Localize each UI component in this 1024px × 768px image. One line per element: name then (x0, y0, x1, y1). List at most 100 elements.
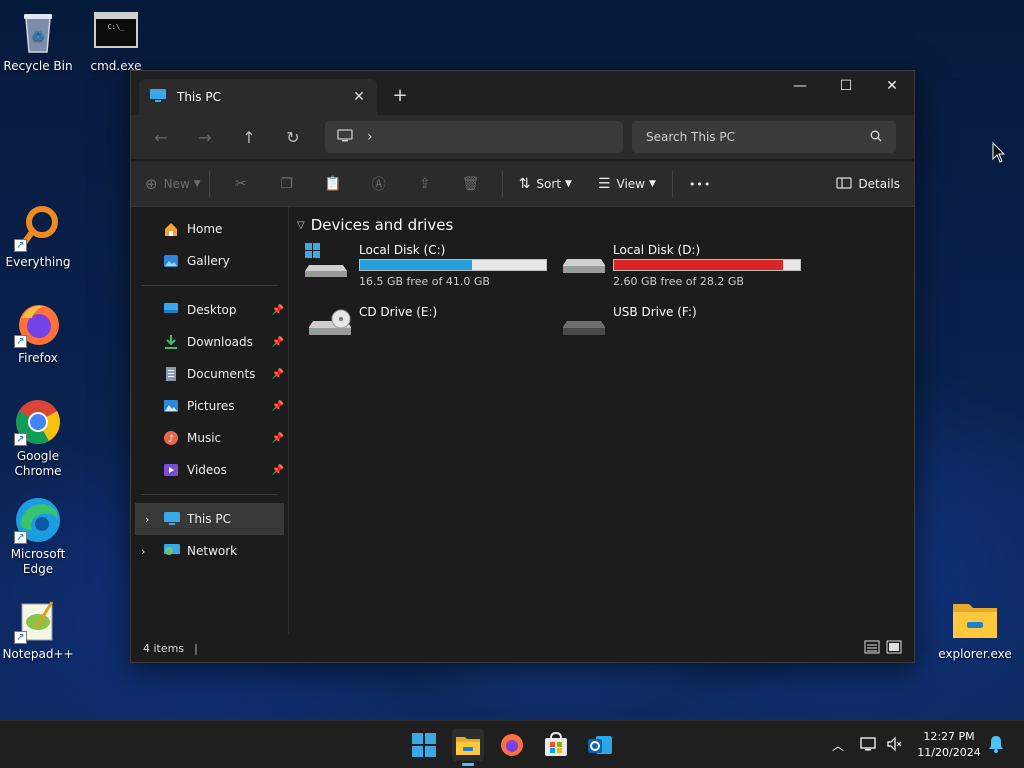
sidebar-item-desktop[interactable]: Desktop 📌 (131, 294, 288, 326)
up-button[interactable]: ↑ (227, 128, 271, 147)
pin-icon[interactable]: 📌 (272, 401, 284, 412)
minimize-button[interactable]: — (777, 71, 823, 101)
folder-icon (951, 596, 999, 644)
outlook-icon (588, 736, 612, 754)
taskbar-clock[interactable]: 12:27 PM 11/20/2024 (912, 729, 986, 761)
explorer-window: This PC ✕ + — ☐ ✕ ← → ↑ ↻ › Search This … (130, 70, 915, 663)
desktop-icon-firefox[interactable]: ↗ Firefox (0, 300, 76, 366)
sidebar-item-this-pc[interactable]: › This PC (135, 503, 284, 535)
store-icon (545, 731, 567, 756)
clock-date: 11/20/2024 (917, 746, 981, 759)
status-bar: 4 items | (131, 634, 914, 662)
large-icons-view-icon[interactable] (886, 640, 902, 657)
refresh-button[interactable]: ↻ (271, 128, 315, 147)
sidebar-item-documents[interactable]: Documents 📌 (131, 358, 288, 390)
taskbar-outlook[interactable] (584, 729, 616, 761)
desktop-icon-edge[interactable]: ↗ Microsoft Edge (0, 496, 76, 577)
desktop-icon-explorer[interactable]: explorer.exe (937, 596, 1013, 662)
taskbar-firefox[interactable] (496, 729, 528, 761)
drive-name: CD Drive (E:) (359, 305, 438, 319)
drive-e[interactable]: CD Drive (E:) (297, 305, 547, 357)
explorer-body: Home Gallery Desktop 📌 Downloads 📌 Docum… (131, 207, 914, 634)
rename-icon[interactable]: Ⓐ (356, 174, 402, 194)
sidebar-item-music[interactable]: ♪ Music 📌 (131, 422, 288, 454)
chevron-right-icon[interactable]: › (141, 545, 145, 558)
drive-usage-fill (614, 260, 784, 270)
sidebar-item-label: Videos (187, 463, 227, 477)
drive-c[interactable]: Local Disk (C:) 16.5 GB free of 41.0 GB (297, 243, 547, 295)
drive-free-space: 16.5 GB free of 41.0 GB (359, 275, 490, 288)
search-box[interactable]: Search This PC (632, 121, 896, 153)
breadcrumb-chevron-icon[interactable]: › (367, 129, 373, 145)
start-button[interactable] (408, 729, 440, 761)
sidebar-item-gallery[interactable]: Gallery (131, 245, 288, 277)
cmd-prompt-text: C:\_ (107, 23, 125, 31)
desktop-icon-recycle-bin[interactable]: ♻ Recycle Bin (0, 8, 76, 74)
back-button[interactable]: ← (139, 128, 183, 147)
more-options-button[interactable]: ••• (689, 178, 711, 191)
search-placeholder: Search This PC (646, 130, 735, 144)
drive-usage-fill (360, 260, 472, 270)
firefox-icon (501, 734, 523, 756)
drive-f[interactable]: USB Drive (F:) (551, 305, 801, 357)
item-count: 4 items (143, 641, 185, 655)
pin-icon[interactable]: 📌 (272, 433, 284, 444)
sidebar-item-network[interactable]: › Network (131, 535, 288, 567)
navigation-bar: ← → ↑ ↻ › Search This PC (131, 115, 914, 159)
taskbar-store[interactable] (540, 729, 572, 761)
view-button[interactable]: ☰ View ▼ (598, 176, 656, 192)
new-tab-button[interactable]: + (391, 85, 409, 106)
sidebar-item-videos[interactable]: Videos 📌 (131, 454, 288, 486)
svg-text:♪: ♪ (168, 434, 174, 445)
desktop-icon-notepadpp[interactable]: ↗ Notepad++ (0, 596, 76, 662)
delete-icon[interactable]: 🗑 (448, 176, 494, 192)
pin-icon[interactable]: 📌 (272, 369, 284, 380)
forward-button[interactable]: → (183, 128, 227, 147)
share-icon[interactable]: ⇪ (402, 176, 448, 192)
drive-name: Local Disk (D:) (613, 243, 701, 257)
shortcut-arrow-icon: ↗ (14, 335, 27, 348)
pin-icon[interactable]: 📌 (272, 465, 284, 476)
videos-icon (163, 462, 181, 478)
close-button[interactable]: ✕ (869, 71, 915, 101)
new-button[interactable]: ⊕ New ▼ (145, 175, 201, 193)
maximize-button[interactable]: ☐ (823, 71, 869, 101)
desktop-icon-cmd[interactable]: C:\_ cmd.exe (78, 8, 154, 74)
drives-list: Local Disk (C:) 16.5 GB free of 41.0 GB … (297, 237, 914, 357)
taskbar-file-explorer[interactable] (452, 729, 484, 766)
music-icon: ♪ (163, 430, 181, 446)
sidebar-item-home[interactable]: Home (131, 213, 288, 245)
tab-close-icon[interactable]: ✕ (351, 89, 367, 105)
volume-muted-icon[interactable] (886, 736, 902, 755)
chrome-label: Google Chrome (14, 449, 62, 478)
devices-group-header[interactable]: ▽ Devices and drives (297, 213, 914, 237)
search-icon (870, 130, 882, 145)
details-view-icon[interactable] (864, 640, 880, 657)
cut-icon[interactable]: ✂ (218, 176, 264, 192)
sort-button[interactable]: ⇅ Sort ▼ (519, 176, 572, 192)
paste-icon[interactable]: 📋 (310, 176, 356, 192)
windows-logo-icon (412, 733, 436, 757)
details-pane-button[interactable]: Details (836, 176, 900, 192)
sidebar-item-label: Home (187, 222, 223, 236)
desktop-icon-chrome[interactable]: ↗ Google Chrome (0, 398, 76, 479)
chevron-right-icon[interactable]: › (145, 513, 149, 526)
plus-circle-icon: ⊕ (145, 175, 158, 193)
recycle-bin-icon: ♻ (14, 8, 62, 56)
network-status-icon[interactable] (860, 736, 878, 755)
drive-d[interactable]: Local Disk (D:) 2.60 GB free of 28.2 GB (551, 243, 801, 295)
sidebar-item-downloads[interactable]: Downloads 📌 (131, 326, 288, 358)
address-bar[interactable]: › (325, 121, 623, 153)
notification-bell-icon[interactable] (988, 735, 1004, 756)
mouse-cursor-icon (992, 141, 1006, 167)
chevron-up-icon[interactable]: ︿ (828, 737, 848, 754)
sidebar-item-pictures[interactable]: Pictures 📌 (131, 390, 288, 422)
copy-icon[interactable]: ❐ (264, 176, 310, 192)
pin-icon[interactable]: 📌 (272, 305, 284, 316)
desktop-icon-everything[interactable]: ↗ Everything (0, 204, 76, 270)
tab-this-pc[interactable]: This PC ✕ (139, 79, 377, 115)
chrome-icon: ↗ (14, 398, 62, 446)
local-disk-icon (563, 253, 605, 277)
pin-icon[interactable]: 📌 (272, 337, 284, 348)
desktop-folder-icon (163, 302, 181, 318)
